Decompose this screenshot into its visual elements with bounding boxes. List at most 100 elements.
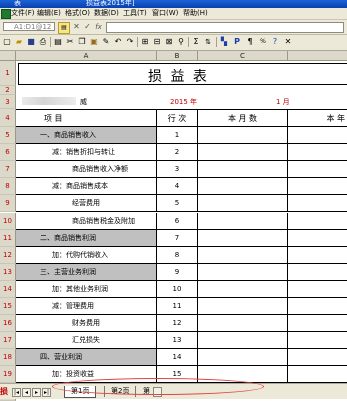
print-preview-icon[interactable]: ⎙ — [38, 37, 48, 47]
current-month-value-cell[interactable] — [198, 298, 288, 316]
current-month-value-cell[interactable] — [198, 212, 288, 230]
row-header-7[interactable]: 7 — [0, 161, 16, 179]
current-month-value-cell[interactable] — [198, 195, 288, 213]
row-header-15[interactable]: 15 — [0, 298, 16, 316]
line-item-label[interactable]: 减：商品销售成本 — [16, 178, 157, 196]
line-item-label[interactable]: 一、商品销售收入 — [16, 127, 157, 145]
year-to-date-value-cell[interactable] — [288, 298, 347, 316]
function-icon[interactable]: fx — [93, 22, 104, 32]
menu-window[interactable]: 窗口(W) — [152, 9, 178, 18]
line-item-label[interactable]: 三、主营业务利润 — [16, 263, 157, 281]
menu-format[interactable]: 格式(O) — [65, 9, 90, 18]
line-item-number[interactable]: 5 — [157, 195, 198, 213]
year-to-date-value-cell[interactable] — [288, 178, 347, 196]
next-sheet-button[interactable]: ▸ — [32, 388, 41, 397]
line-item-number[interactable]: 13 — [157, 332, 198, 350]
line-item-number[interactable]: 6 — [157, 212, 198, 230]
line-item-number[interactable]: 3 — [157, 161, 198, 179]
row-header-11[interactable]: 11 — [0, 229, 16, 247]
close-icon[interactable]: ✕ — [283, 37, 293, 47]
line-item-label[interactable]: 经营费用 — [16, 195, 157, 213]
row-header-8[interactable]: 8 — [0, 178, 16, 196]
current-month-value-cell[interactable] — [198, 144, 288, 162]
line-item-label[interactable]: 减：销售折扣与转让 — [16, 144, 157, 162]
insert-col-icon[interactable]: ⊟ — [152, 37, 162, 47]
year-to-date-value-cell[interactable] — [288, 264, 347, 281]
menu-help[interactable]: 帮助(H) — [183, 9, 208, 18]
sum-icon[interactable]: Σ — [191, 37, 201, 47]
year-to-date-value-cell[interactable] — [288, 144, 347, 162]
row-header-14[interactable]: 14 — [0, 280, 16, 298]
col-header-c[interactable]: C — [198, 51, 288, 61]
line-item-number[interactable]: 14 — [157, 349, 198, 367]
line-item-label[interactable]: 二、商品销售利润 — [16, 229, 157, 247]
menu-tools[interactable]: 工具(T) — [123, 9, 147, 18]
last-sheet-button[interactable]: ▸| — [42, 388, 51, 397]
line-item-number[interactable]: 4 — [157, 178, 198, 196]
percent-icon[interactable]: % — [258, 37, 268, 47]
line-item-label[interactable]: 汇兑损失 — [16, 332, 157, 350]
sort-icon[interactable]: ⇅ — [203, 37, 213, 47]
copy-icon[interactable]: ❐ — [77, 37, 87, 47]
format-painter-icon[interactable]: ✎ — [101, 37, 111, 47]
open-icon[interactable]: ▰ — [14, 37, 24, 47]
row-header-17[interactable]: 17 — [0, 332, 16, 350]
current-month-value-cell[interactable] — [198, 349, 288, 367]
save-icon[interactable]: ■ — [26, 37, 36, 47]
row-header-19[interactable]: 19 — [0, 366, 16, 384]
edit-cell-icon[interactable]: ▤ — [58, 22, 70, 34]
menu-edit[interactable]: 编辑(E) — [37, 9, 61, 18]
year-to-date-value-cell[interactable] — [288, 127, 347, 145]
year-to-date-value-cell[interactable] — [288, 366, 347, 384]
current-month-value-cell[interactable] — [198, 229, 288, 247]
line-item-number[interactable]: 7 — [157, 229, 198, 247]
cut-icon[interactable]: ✂ — [65, 37, 75, 47]
redo-icon[interactable]: ↷ — [125, 37, 135, 47]
row-header-5[interactable]: 5 — [0, 127, 16, 145]
row-header-9[interactable]: 9 — [0, 195, 16, 213]
formula-input[interactable] — [106, 22, 344, 33]
line-item-number[interactable]: 2 — [157, 144, 198, 162]
row-header-1[interactable]: 1 — [0, 61, 16, 86]
year-to-date-value-cell[interactable] — [288, 161, 347, 179]
year-to-date-value-cell[interactable] — [288, 213, 347, 230]
col-header-a[interactable]: A — [16, 51, 157, 61]
excel-icon[interactable] — [1, 9, 11, 19]
row-header-10[interactable]: 10 — [0, 212, 16, 230]
line-item-label[interactable]: 加：代购代销收入 — [16, 246, 157, 264]
prev-sheet-button[interactable]: ◂ — [22, 388, 31, 397]
first-sheet-button[interactable]: |◂ — [12, 388, 21, 397]
row-header-13[interactable]: 13 — [0, 263, 16, 281]
line-item-number[interactable]: 11 — [157, 298, 198, 316]
find-icon[interactable]: ⚲ — [176, 37, 186, 47]
line-item-label[interactable]: 财务费用 — [16, 315, 157, 333]
chart-icon[interactable]: ▚ — [219, 37, 229, 47]
pivot-icon[interactable]: P — [232, 37, 242, 47]
help-icon[interactable]: ? — [270, 37, 280, 47]
year-to-date-value-cell[interactable] — [288, 332, 347, 350]
current-month-value-cell[interactable] — [198, 263, 288, 281]
current-month-value-cell[interactable] — [198, 161, 288, 179]
insert-row-icon[interactable]: ⊞ — [140, 37, 150, 47]
year-to-date-value-cell[interactable] — [288, 195, 347, 213]
row-header-16[interactable]: 16 — [0, 315, 16, 333]
name-box[interactable]: A1:D1@12 — [3, 22, 55, 31]
row-header-4[interactable]: 4 — [0, 109, 16, 127]
current-month-value-cell[interactable] — [198, 315, 288, 333]
year-to-date-value-cell[interactable] — [288, 349, 347, 367]
line-item-number[interactable]: 8 — [157, 246, 198, 264]
line-item-label[interactable]: 商品销售收入净额 — [16, 161, 157, 179]
line-item-number[interactable]: 12 — [157, 315, 198, 333]
year-to-date-value-cell[interactable] — [288, 281, 347, 298]
line-item-number[interactable]: 9 — [157, 263, 198, 281]
current-month-value-cell[interactable] — [198, 280, 288, 298]
confirm-icon[interactable]: ✓ — [83, 22, 92, 32]
select-all-corner[interactable] — [0, 51, 16, 61]
print-icon[interactable]: ▤ — [53, 37, 63, 47]
col-header-b[interactable]: B — [157, 51, 198, 61]
new-icon[interactable]: ▢ — [2, 37, 12, 47]
year-to-date-value-cell[interactable] — [288, 230, 347, 247]
current-month-value-cell[interactable] — [198, 246, 288, 264]
paste-icon[interactable]: ▣ — [89, 37, 99, 47]
line-item-number[interactable]: 1 — [157, 127, 198, 145]
